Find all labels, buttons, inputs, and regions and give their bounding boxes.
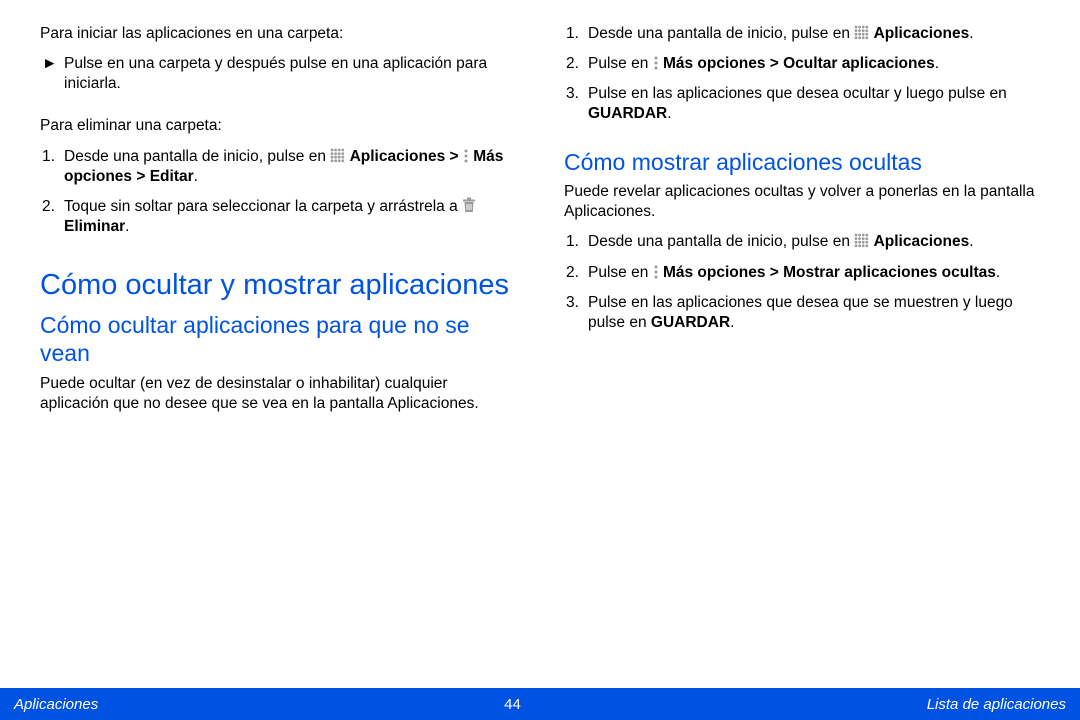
list-item: 2. Pulse en Más opciones > Mostrar aplic…	[564, 263, 1040, 283]
apps-grid-icon	[854, 233, 869, 248]
footer-section-title: Aplicaciones	[14, 696, 98, 713]
numbered-list: 1. Desde una pantalla de inicio, pulse e…	[564, 232, 1040, 343]
heading-2: Cómo ocultar aplicaciones para que no se…	[40, 312, 516, 367]
heading-2: Cómo mostrar aplicaciones ocultas	[564, 149, 1040, 177]
paragraph: Puede revelar aplicaciones ocultas y vol…	[564, 182, 1040, 222]
list-text: Pulse en una carpeta y después pulse en …	[64, 54, 516, 94]
text-bold: Aplicaciones	[874, 25, 970, 42]
text: Toque sin soltar para seleccionar la car…	[64, 198, 462, 215]
list-text: Desde una pantalla de inicio, pulse en	[588, 24, 1040, 44]
text: Pulse en	[588, 264, 653, 281]
list-item: 3. Pulse en las aplicaciones que desea o…	[564, 84, 1040, 124]
text: Desde una pantalla de inicio, pulse en	[588, 233, 854, 250]
text-bold: Más opciones > Ocultar aplicaciones	[663, 55, 935, 72]
more-options-icon	[653, 56, 659, 70]
right-column: 1. Desde una pantalla de inicio, pulse e…	[564, 24, 1040, 678]
list-item: 1. Desde una pantalla de inicio, pulse e…	[564, 232, 1040, 252]
page-content: Para iniciar las aplicaciones en una car…	[0, 0, 1080, 688]
text: Pulse en	[588, 55, 653, 72]
more-options-icon	[653, 265, 659, 279]
period: .	[125, 218, 129, 235]
text-bold: Eliminar	[64, 218, 125, 235]
text-bold: GUARDAR	[651, 314, 730, 331]
number-marker: 3.	[564, 84, 588, 124]
number-marker: 3.	[564, 293, 588, 333]
list-text: Desde una pantalla de inicio, pulse en	[64, 147, 516, 187]
list-item: 2. Toque sin soltar para seleccionar la …	[40, 197, 516, 237]
period: .	[969, 25, 973, 42]
period: .	[969, 233, 973, 250]
apps-grid-icon	[330, 148, 345, 163]
list-item: 1. Desde una pantalla de inicio, pulse e…	[564, 24, 1040, 44]
period: .	[667, 105, 671, 122]
footer-subsection-title: Lista de aplicaciones	[927, 696, 1066, 713]
text-bold: GUARDAR	[588, 105, 667, 122]
apps-grid-icon	[854, 25, 869, 40]
list-text: Pulse en las aplicaciones que desea ocul…	[588, 84, 1040, 124]
text: Desde una pantalla de inicio, pulse en	[588, 25, 854, 42]
period: .	[194, 168, 198, 185]
more-options-icon	[463, 149, 469, 163]
text-bold: Aplicaciones >	[350, 148, 463, 165]
page-number: 44	[504, 696, 521, 713]
bullet-marker: ►	[40, 54, 64, 94]
number-marker: 2.	[564, 54, 588, 74]
text: Pulse en las aplicaciones que desea ocul…	[588, 85, 1007, 102]
list-text: Pulse en Más opciones > Ocultar aplicaci…	[588, 54, 1040, 74]
numbered-list: 1. Desde una pantalla de inicio, pulse e…	[40, 147, 516, 248]
number-marker: 2.	[564, 263, 588, 283]
list-text: Toque sin soltar para seleccionar la car…	[64, 197, 516, 237]
list-text: Pulse en Más opciones > Mostrar aplicaci…	[588, 263, 1040, 283]
bullet-list: ► Pulse en una carpeta y después pulse e…	[40, 54, 516, 104]
trash-icon	[462, 197, 476, 213]
period: .	[935, 55, 939, 72]
paragraph: Para eliminar una carpeta:	[40, 116, 516, 136]
page-footer: Aplicaciones 44 Lista de aplicaciones	[0, 688, 1080, 720]
period: .	[996, 264, 1000, 281]
left-column: Para iniciar las aplicaciones en una car…	[40, 24, 516, 678]
heading-1: Cómo ocultar y mostrar aplicaciones	[40, 269, 516, 302]
list-item: 1. Desde una pantalla de inicio, pulse e…	[40, 147, 516, 187]
number-marker: 1.	[40, 147, 64, 187]
list-text: Desde una pantalla de inicio, pulse en	[588, 232, 1040, 252]
list-item: ► Pulse en una carpeta y después pulse e…	[40, 54, 516, 94]
numbered-list: 1. Desde una pantalla de inicio, pulse e…	[564, 24, 1040, 135]
period: .	[730, 314, 734, 331]
paragraph: Puede ocultar (en vez de desinstalar o i…	[40, 374, 516, 414]
number-marker: 1.	[564, 232, 588, 252]
text: Desde una pantalla de inicio, pulse en	[64, 148, 330, 165]
list-text: Pulse en las aplicaciones que desea que …	[588, 293, 1040, 333]
number-marker: 2.	[40, 197, 64, 237]
text-bold: Aplicaciones	[874, 233, 970, 250]
text-bold: Más opciones > Mostrar aplicaciones ocul…	[663, 264, 996, 281]
list-item: 2. Pulse en Más opciones > Ocultar aplic…	[564, 54, 1040, 74]
number-marker: 1.	[564, 24, 588, 44]
paragraph: Para iniciar las aplicaciones en una car…	[40, 24, 516, 44]
list-item: 3. Pulse en las aplicaciones que desea q…	[564, 293, 1040, 333]
